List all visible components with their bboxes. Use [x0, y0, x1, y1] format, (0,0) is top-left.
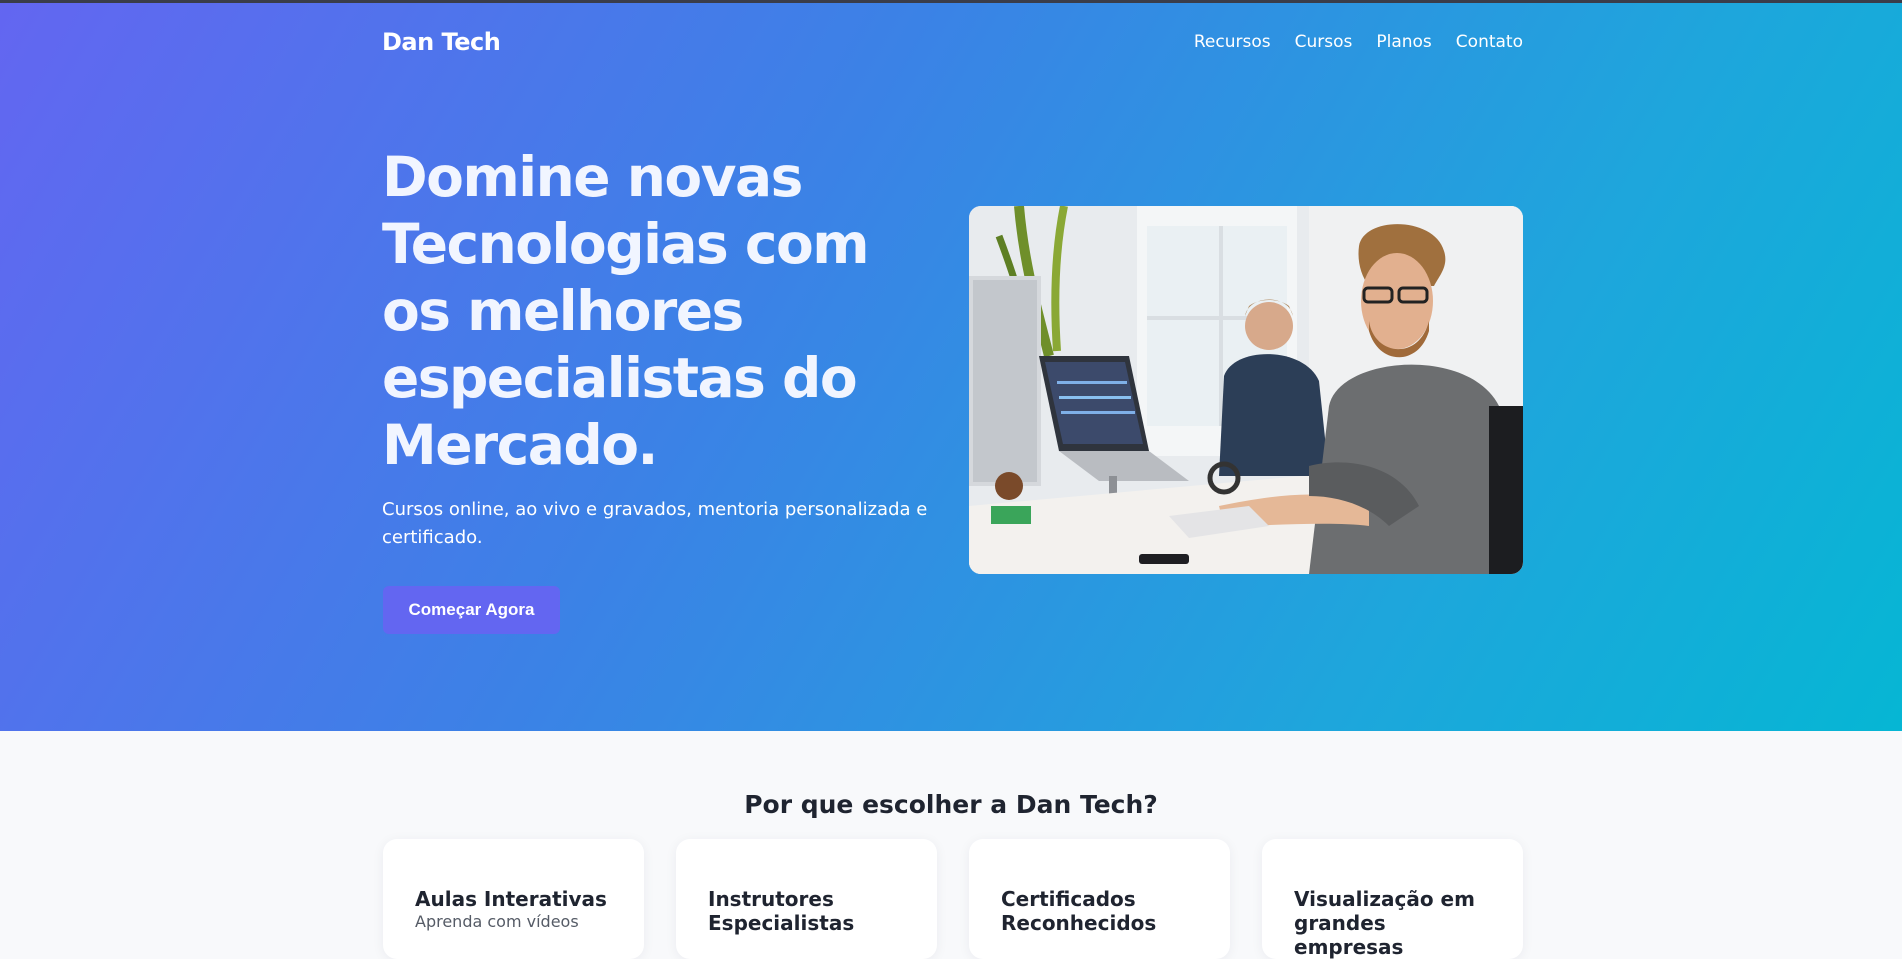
nav-link-recursos[interactable]: Recursos [1194, 32, 1271, 52]
features-heading: Por que escolher a Dan Tech? [744, 790, 1158, 819]
feature-card-interactive-classes: Aulas Interativas Aprenda com vídeos [383, 839, 644, 959]
hero-section: Dan Tech Recursos Cursos Planos Contato … [0, 0, 1902, 731]
feature-card-title: Certificados Reconhecidos [1001, 887, 1157, 935]
feature-card-expert-instructors: Instrutores Especialistas [676, 839, 937, 959]
hero-photo-office-developers [969, 206, 1523, 574]
window-top-strip [0, 0, 1902, 3]
nav-link-cursos[interactable]: Cursos [1295, 32, 1353, 52]
hero-title: Domine novas Tecnologias com os melhores… [382, 145, 870, 477]
nav-link-planos[interactable]: Planos [1376, 32, 1431, 52]
feature-card-title: Visualização em grandes empresas [1294, 887, 1475, 959]
feature-card-title: Aulas Interativas [415, 887, 607, 911]
hero-subtitle: Cursos online, ao vivo e gravados, mento… [382, 499, 928, 548]
nav-link-contato[interactable]: Contato [1456, 32, 1523, 52]
top-navigation: Dan Tech Recursos Cursos Planos Contato [382, 22, 1523, 62]
start-now-button[interactable]: Começar Agora [383, 586, 560, 634]
feature-card-recognized-certificates: Certificados Reconhecidos [969, 839, 1230, 959]
feature-card-text: Aprenda com vídeos [415, 912, 579, 931]
feature-card-big-companies: Visualização em grandes empresas [1262, 839, 1523, 959]
office-photo-illustration [969, 206, 1523, 574]
nav-links: Recursos Cursos Planos Contato [1194, 32, 1523, 52]
feature-card-title: Instrutores Especialistas [708, 887, 855, 935]
brand-logo[interactable]: Dan Tech [382, 28, 501, 56]
